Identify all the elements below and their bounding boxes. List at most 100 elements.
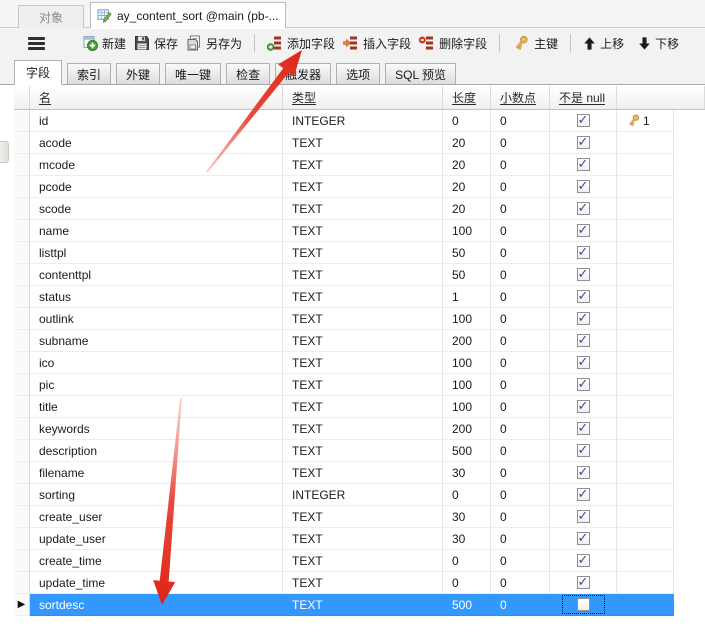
field-type-cell[interactable]: TEXT [283, 418, 443, 440]
table-row[interactable]: id INTEGER 0 0 1 [14, 110, 674, 132]
field-name-cell[interactable]: sorting [30, 484, 283, 506]
table-row[interactable]: outlink TEXT 100 0 [14, 308, 674, 330]
field-type-cell[interactable]: TEXT [283, 572, 443, 594]
field-notnull-cell[interactable] [550, 264, 617, 286]
not-null-checkbox[interactable] [577, 312, 590, 325]
field-length-cell[interactable]: 200 [443, 418, 491, 440]
insert-field-button[interactable]: 插入字段 [339, 32, 415, 55]
row-selector[interactable] [14, 352, 30, 374]
table-row[interactable]: pcode TEXT 20 0 [14, 176, 674, 198]
field-type-cell[interactable]: TEXT [283, 506, 443, 528]
row-selector[interactable] [14, 286, 30, 308]
field-length-cell[interactable]: 100 [443, 374, 491, 396]
table-row[interactable]: update_user TEXT 30 0 [14, 528, 674, 550]
field-length-cell[interactable]: 0 [443, 550, 491, 572]
field-notnull-cell[interactable] [550, 308, 617, 330]
field-name-cell[interactable]: status [30, 286, 283, 308]
field-length-cell[interactable]: 500 [443, 440, 491, 462]
row-selector[interactable] [14, 462, 30, 484]
tab-sql-preview[interactable]: SQL 预览 [385, 63, 456, 84]
not-null-checkbox[interactable] [577, 466, 590, 479]
field-decimals-cell[interactable]: 0 [491, 352, 550, 374]
field-type-cell[interactable]: TEXT [283, 440, 443, 462]
table-row[interactable]: scode TEXT 20 0 [14, 198, 674, 220]
field-decimals-cell[interactable]: 0 [491, 550, 550, 572]
field-decimals-cell[interactable]: 0 [491, 286, 550, 308]
table-row[interactable]: subname TEXT 200 0 [14, 330, 674, 352]
not-null-checkbox[interactable] [577, 444, 590, 457]
not-null-checkbox[interactable] [577, 422, 590, 435]
field-notnull-cell[interactable] [550, 440, 617, 462]
not-null-checkbox[interactable] [577, 400, 590, 413]
field-decimals-cell[interactable]: 0 [491, 198, 550, 220]
row-selector[interactable] [14, 220, 30, 242]
field-type-cell[interactable]: TEXT [283, 264, 443, 286]
field-length-cell[interactable]: 20 [443, 198, 491, 220]
field-decimals-cell[interactable]: 0 [491, 242, 550, 264]
delete-field-button[interactable]: 删除字段 [415, 32, 491, 55]
field-type-cell[interactable]: TEXT [283, 396, 443, 418]
field-name-cell[interactable]: subname [30, 330, 283, 352]
table-row[interactable]: contenttpl TEXT 50 0 [14, 264, 674, 286]
row-selector[interactable] [14, 242, 30, 264]
field-notnull-cell[interactable] [550, 154, 617, 176]
field-name-cell[interactable]: pic [30, 374, 283, 396]
field-length-cell[interactable]: 30 [443, 506, 491, 528]
field-length-cell[interactable]: 30 [443, 462, 491, 484]
field-notnull-cell[interactable] [550, 418, 617, 440]
tab-table-designer[interactable]: ay_content_sort @main (pb-... [90, 2, 286, 29]
field-name-cell[interactable]: update_time [30, 572, 283, 594]
field-notnull-cell[interactable] [550, 330, 617, 352]
not-null-checkbox[interactable] [577, 246, 590, 259]
row-selector[interactable] [14, 550, 30, 572]
field-notnull-cell[interactable] [550, 462, 617, 484]
table-row[interactable]: description TEXT 500 0 [14, 440, 674, 462]
field-type-cell[interactable]: TEXT [283, 220, 443, 242]
field-type-cell[interactable]: TEXT [283, 594, 443, 616]
field-name-cell[interactable]: description [30, 440, 283, 462]
save-as-button[interactable]: 另存为 [182, 32, 246, 55]
field-type-cell[interactable]: TEXT [283, 154, 443, 176]
field-length-cell[interactable]: 50 [443, 264, 491, 286]
field-name-cell[interactable]: acode [30, 132, 283, 154]
field-name-cell[interactable]: scode [30, 198, 283, 220]
row-selector[interactable] [14, 440, 30, 462]
field-length-cell[interactable]: 1 [443, 286, 491, 308]
field-notnull-cell[interactable] [550, 594, 617, 616]
not-null-checkbox[interactable] [577, 180, 590, 193]
field-notnull-cell[interactable] [550, 242, 617, 264]
not-null-checkbox[interactable] [577, 224, 590, 237]
field-length-cell[interactable]: 20 [443, 176, 491, 198]
field-notnull-cell[interactable] [550, 220, 617, 242]
field-length-cell[interactable]: 100 [443, 396, 491, 418]
field-length-cell[interactable]: 100 [443, 220, 491, 242]
tab-indexes[interactable]: 索引 [67, 63, 111, 84]
field-notnull-cell[interactable] [550, 374, 617, 396]
not-null-checkbox[interactable] [577, 510, 590, 523]
field-decimals-cell[interactable]: 0 [491, 594, 550, 616]
field-name-cell[interactable]: listtpl [30, 242, 283, 264]
row-selector[interactable] [14, 198, 30, 220]
add-field-button[interactable]: 添加字段 [263, 32, 339, 55]
not-null-checkbox[interactable] [577, 378, 590, 391]
not-null-checkbox[interactable] [577, 356, 590, 369]
field-type-cell[interactable]: TEXT [283, 286, 443, 308]
field-decimals-cell[interactable]: 0 [491, 110, 550, 132]
field-decimals-cell[interactable]: 0 [491, 264, 550, 286]
field-name-cell[interactable]: name [30, 220, 283, 242]
field-type-cell[interactable]: INTEGER [283, 484, 443, 506]
table-row[interactable]: name TEXT 100 0 [14, 220, 674, 242]
field-type-cell[interactable]: TEXT [283, 330, 443, 352]
field-name-cell[interactable]: keywords [30, 418, 283, 440]
field-name-cell[interactable]: contenttpl [30, 264, 283, 286]
field-type-cell[interactable]: TEXT [283, 132, 443, 154]
not-null-checkbox[interactable] [577, 554, 590, 567]
tab-options[interactable]: 选项 [336, 63, 380, 84]
not-null-checkbox[interactable] [577, 202, 590, 215]
field-decimals-cell[interactable]: 0 [491, 440, 550, 462]
field-name-cell[interactable]: sortdesc [30, 594, 283, 616]
field-notnull-cell[interactable] [550, 484, 617, 506]
row-selector[interactable] [14, 484, 30, 506]
tab-fields[interactable]: 字段 [14, 60, 62, 85]
header-name[interactable]: 名 [30, 86, 283, 109]
